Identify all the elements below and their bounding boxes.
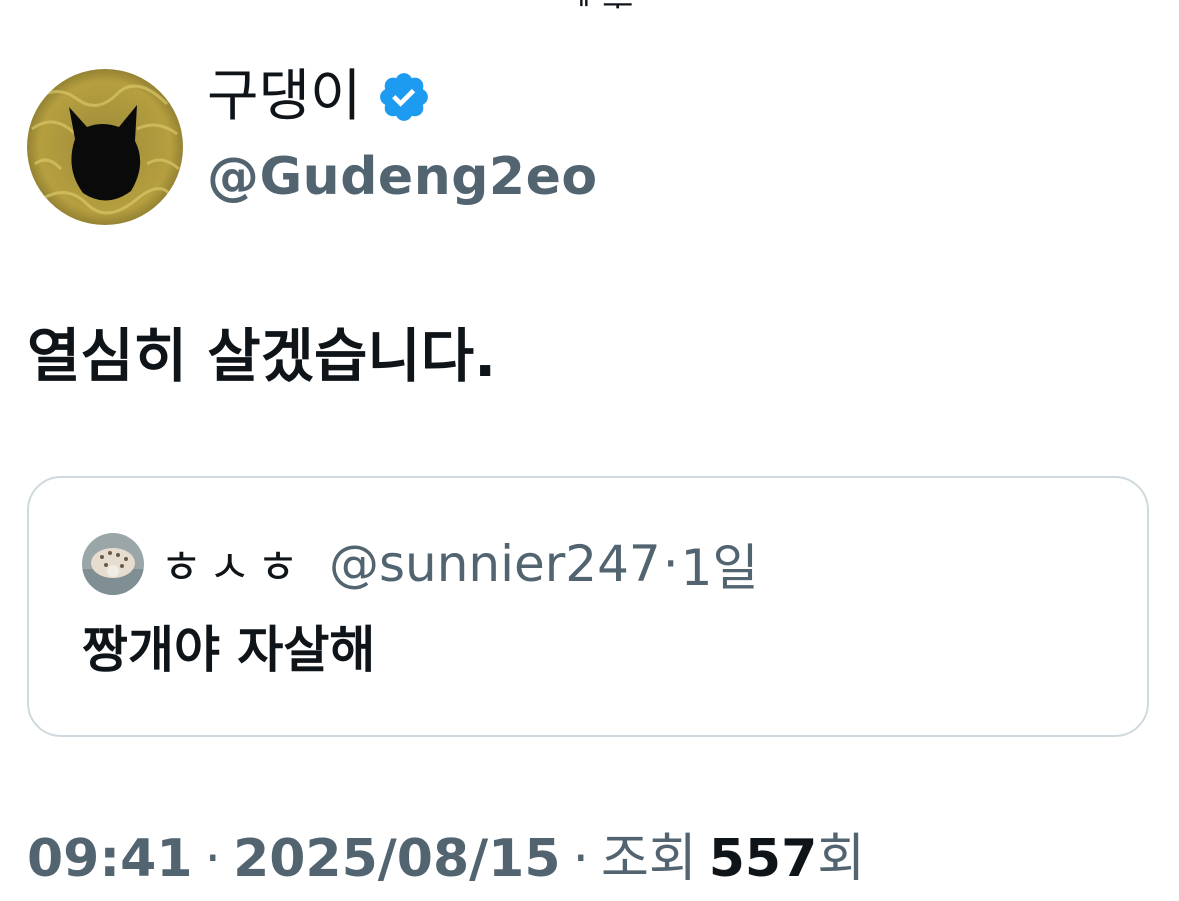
tweet-date[interactable]: 2025/08/15: [233, 824, 560, 894]
author-display-name[interactable]: 구댕이: [207, 62, 362, 132]
meta-separator-2: ·: [572, 829, 590, 889]
tweet-time[interactable]: 09:41: [27, 824, 193, 894]
author-name-row[interactable]: 구댕이: [207, 62, 432, 132]
cropped-top-fragment: ᐟ ᅢ ᅮ: [0, 0, 1179, 26]
tweet-text: 열심히 살겠습니다.: [27, 322, 497, 390]
top-fragment-left: ᐟ: [22, 0, 36, 18]
hedgehog-avatar-icon: [82, 533, 144, 595]
top-fragment-middle: ᅢ ᅮ: [560, 0, 634, 26]
views-count[interactable]: 557: [709, 824, 818, 894]
verified-badge-icon: [376, 69, 432, 125]
views-label: 조회: [601, 829, 697, 889]
tweet-meta-line: 09:41 · 2025/08/15 · 조회 557 회: [27, 824, 865, 894]
quoted-timestamp[interactable]: 1일: [681, 528, 759, 600]
quoted-tweet-header: ㅎㅅㅎ @sunnier247 · 1일: [82, 528, 758, 600]
views-suffix: 회: [817, 829, 866, 889]
meta-separator-1: ·: [204, 829, 222, 889]
author-handle[interactable]: @Gudeng2eo: [207, 144, 598, 210]
quoted-tweet-card[interactable]: ㅎㅅㅎ @sunnier247 · 1일 짱개야 자살해: [27, 476, 1149, 737]
quoted-avatar[interactable]: [82, 533, 144, 595]
author-avatar[interactable]: [27, 69, 183, 225]
quoted-tweet-text: 짱개야 자살해: [82, 621, 376, 679]
quoted-handle[interactable]: @sunnier247: [329, 535, 661, 593]
quoted-display-name[interactable]: ㅎㅅㅎ: [160, 531, 305, 597]
cat-avatar-icon: [27, 69, 183, 225]
quoted-separator: ·: [662, 535, 679, 593]
